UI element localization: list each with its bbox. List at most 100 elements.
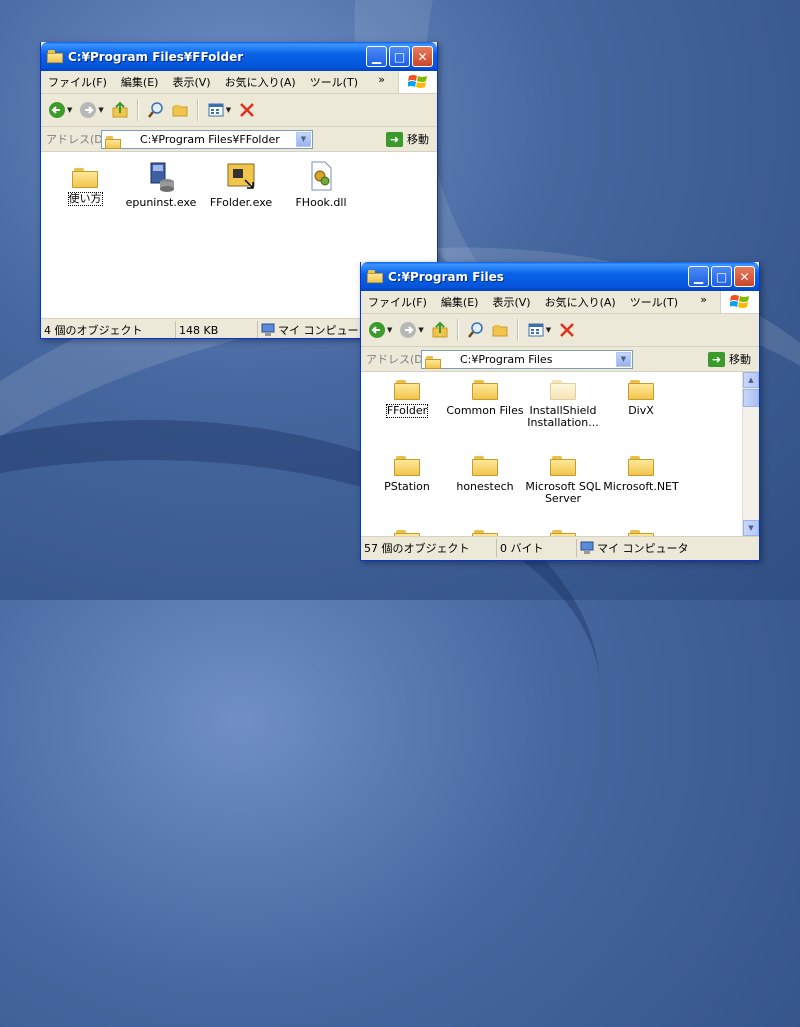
folders-icon xyxy=(492,325,508,337)
menu-tools[interactable]: ツール(T) xyxy=(623,294,685,310)
menu-file[interactable]: ファイル(F) xyxy=(361,294,434,310)
go-button[interactable]: ➜ 移動 xyxy=(708,351,751,367)
file-label: honestech xyxy=(456,480,514,493)
menu-more-chevron[interactable]: » xyxy=(700,293,707,306)
address-bar: アドレス(D) C:¥Program Files ▼ ➜ 移動 xyxy=(361,347,759,372)
address-dropdown-button[interactable]: ▼ xyxy=(616,351,631,367)
address-dropdown-button[interactable]: ▼ xyxy=(296,131,311,147)
back-button[interactable] xyxy=(45,98,69,122)
folder-item-pstation[interactable]: PStation xyxy=(367,454,447,493)
up-folder-button[interactable] xyxy=(428,318,452,342)
folder-item-partial[interactable] xyxy=(367,528,447,536)
folder-item-partial[interactable] xyxy=(523,528,603,536)
go-button[interactable]: ➜ 移動 xyxy=(386,131,429,147)
forward-button[interactable] xyxy=(76,98,100,122)
folders-button[interactable] xyxy=(168,98,192,122)
folder-item-divx[interactable]: DivX xyxy=(601,378,681,417)
file-view[interactable]: FFolder Common Files InstallShield Insta… xyxy=(361,372,759,536)
go-arrow-icon: ➜ xyxy=(386,131,403,147)
address-label: アドレス(D) xyxy=(46,133,108,146)
menu-favorites[interactable]: お気に入り(A) xyxy=(538,294,623,310)
menu-view[interactable]: 表示(V) xyxy=(165,74,217,90)
address-label: アドレス(D) xyxy=(366,353,428,366)
close-button[interactable]: ✕ xyxy=(734,266,755,287)
forward-arrow-icon xyxy=(400,322,417,338)
close-button[interactable]: ✕ xyxy=(412,46,433,67)
file-label: Common Files xyxy=(446,404,524,417)
folder-item-microsoft-sql-server[interactable]: Microsoft SQL Server xyxy=(523,454,603,505)
views-button[interactable] xyxy=(524,318,548,342)
folder-icon xyxy=(628,378,654,400)
folder-item-common-files[interactable]: Common Files xyxy=(445,378,525,417)
file-label: epuninst.exe xyxy=(125,196,197,209)
title-bar[interactable]: C:¥Program Files ▁ □ ✕ xyxy=(361,262,759,291)
object-count: 4 個のオブジェクト xyxy=(41,321,176,338)
menu-favorites[interactable]: お気に入り(A) xyxy=(218,74,303,90)
views-button[interactable] xyxy=(204,98,228,122)
menu-more-chevron[interactable]: » xyxy=(378,73,385,86)
object-count: 57 個のオブジェクト xyxy=(361,539,497,557)
folder-icon xyxy=(425,355,441,369)
file-item[interactable]: epuninst.exe xyxy=(121,160,201,209)
search-button[interactable] xyxy=(464,318,488,342)
folders-icon xyxy=(172,105,188,117)
go-label: 移動 xyxy=(729,353,751,366)
file-item[interactable]: FFolder.exe xyxy=(201,160,281,209)
total-size: 0 バイト xyxy=(497,539,577,557)
dll-icon xyxy=(311,161,332,191)
menu-tools[interactable]: ツール(T) xyxy=(303,74,365,90)
folder-icon xyxy=(628,528,654,536)
location-label: マイ コンピュータ xyxy=(278,324,370,337)
folder-item-partial[interactable] xyxy=(445,528,525,536)
menu-file[interactable]: ファイル(F) xyxy=(41,74,114,90)
maximize-button[interactable]: □ xyxy=(711,266,732,287)
folder-icon xyxy=(550,378,576,400)
file-item[interactable]: FHook.dll xyxy=(281,160,361,209)
file-label: DivX xyxy=(628,404,654,417)
delete-button[interactable] xyxy=(235,98,259,122)
folders-button[interactable] xyxy=(488,318,512,342)
search-button[interactable] xyxy=(144,98,168,122)
address-input[interactable]: C:¥Program Files ▼ xyxy=(421,349,633,369)
total-size: 148 KB xyxy=(176,321,258,338)
views-icon xyxy=(208,103,224,117)
folder-item-microsoft-net[interactable]: Microsoft.NET xyxy=(601,454,681,493)
folder-icon xyxy=(394,378,420,400)
go-label: 移動 xyxy=(407,133,429,146)
maximize-button[interactable]: □ xyxy=(389,46,410,67)
views-icon xyxy=(528,323,544,337)
folder-icon xyxy=(472,528,498,536)
uninstall-icon xyxy=(150,162,174,192)
folder-item-installshield[interactable]: InstallShield Installation... xyxy=(523,378,603,429)
file-label: Microsoft.NET xyxy=(603,480,679,493)
menu-view[interactable]: 表示(V) xyxy=(485,294,537,310)
folder-item-honestech[interactable]: honestech xyxy=(445,454,525,493)
title-bar[interactable]: C:¥Program Files¥FFolder ▁ □ ✕ xyxy=(41,42,437,71)
scroll-thumb[interactable] xyxy=(743,389,759,407)
folder-icon xyxy=(47,50,63,63)
scroll-down-button[interactable]: ▼ xyxy=(743,520,759,536)
scroll-up-button[interactable]: ▲ xyxy=(743,372,759,388)
file-item[interactable]: 使い方 xyxy=(45,160,125,206)
folder-item-ffolder[interactable]: FFolder xyxy=(367,378,447,418)
folder-item-partial[interactable] xyxy=(601,528,681,536)
file-label: PStation xyxy=(384,480,430,493)
delete-x-icon xyxy=(240,103,255,117)
up-folder-icon xyxy=(112,101,128,118)
address-input[interactable]: C:¥Program Files¥FFolder ▼ xyxy=(101,129,313,149)
app-icon xyxy=(227,163,255,189)
window-title: C:¥Program Files¥FFolder xyxy=(68,49,244,64)
up-folder-button[interactable] xyxy=(108,98,132,122)
menu-edit[interactable]: 編集(E) xyxy=(434,294,486,310)
minimize-button[interactable]: ▁ xyxy=(688,266,709,287)
vertical-scrollbar[interactable]: ▲ ▼ xyxy=(742,372,759,536)
minimize-button[interactable]: ▁ xyxy=(366,46,387,67)
menu-bar: ファイル(F) 編集(E) 表示(V) お気に入り(A) ツール(T) » xyxy=(361,291,759,314)
forward-button[interactable] xyxy=(396,318,420,342)
menu-edit[interactable]: 編集(E) xyxy=(114,74,166,90)
back-button[interactable] xyxy=(365,318,389,342)
delete-button[interactable] xyxy=(555,318,579,342)
toolbar: ▼ ▼ ▼ xyxy=(41,94,437,127)
status-bar: 57 個のオブジェクト 0 バイト マイ コンピュータ xyxy=(361,536,759,559)
toolbar: ▼ ▼ ▼ xyxy=(361,314,759,347)
